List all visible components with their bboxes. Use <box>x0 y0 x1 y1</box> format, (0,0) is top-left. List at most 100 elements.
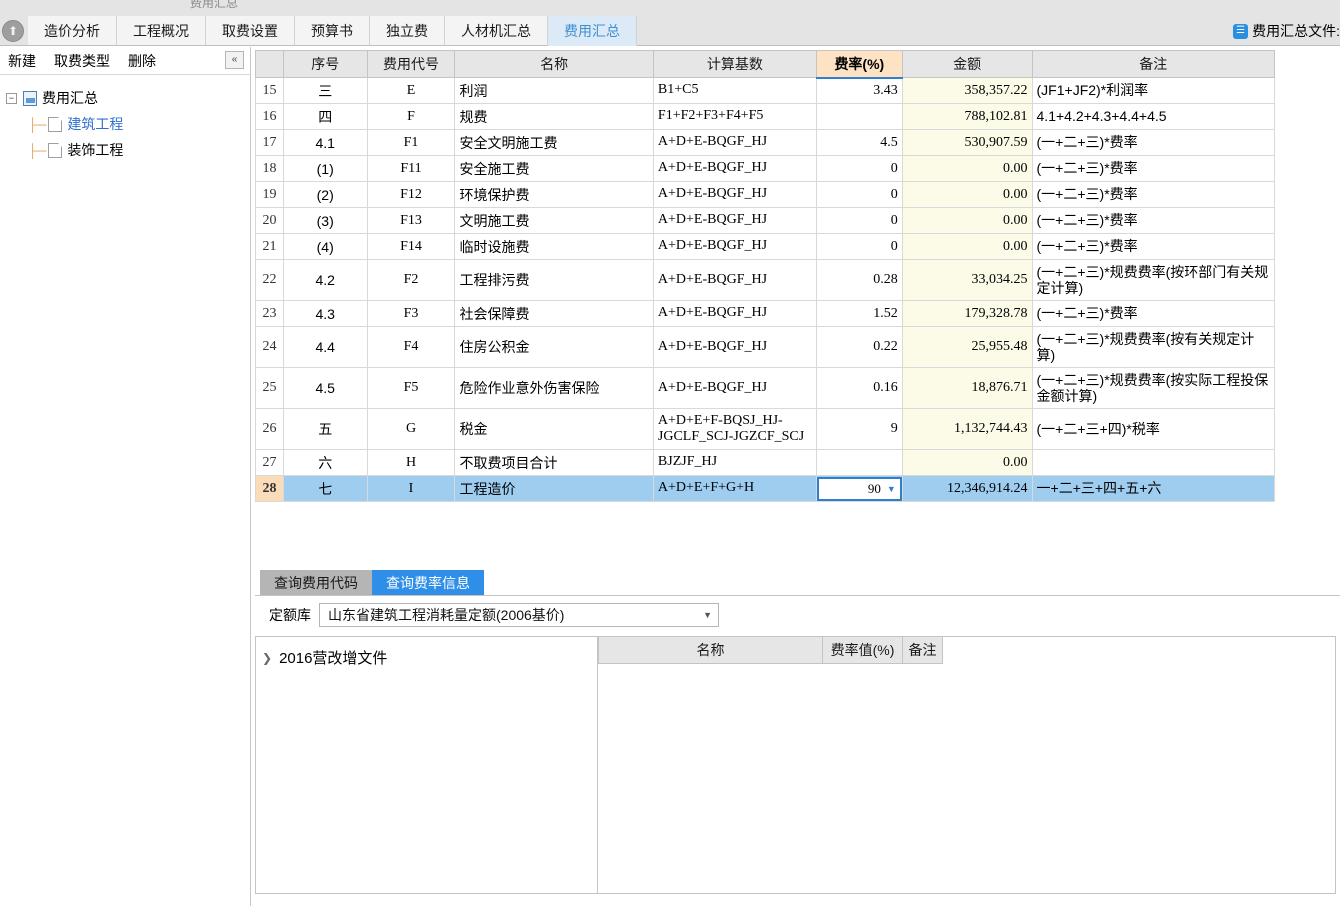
cell-rate[interactable]: 0 <box>815 155 903 182</box>
table-row[interactable]: 19 (2) F12 环境保护费 A+D+E-BQGF_HJ 0 0.00 (一+二+三)*费… <box>255 181 1276 208</box>
cell-remark[interactable]: 4.1+4.2+4.3+4.4+4.5 <box>1031 103 1276 130</box>
cell-base[interactable]: A+D+E-BQGF_HJ <box>652 367 817 409</box>
cell-code[interactable]: H <box>366 449 456 476</box>
column-header-6[interactable]: 金额 <box>901 50 1033 78</box>
tree-item-0[interactable]: − 费用汇总 <box>6 85 250 111</box>
cell-code[interactable]: G <box>366 408 456 450</box>
cell-name[interactable]: 社会保障费 <box>454 300 654 327</box>
cell-idx[interactable]: 18 <box>255 155 284 182</box>
cell-amount[interactable]: 179,328.78 <box>901 300 1033 327</box>
cell-idx[interactable]: 22 <box>255 259 284 301</box>
cell-rate[interactable]: 0 <box>815 181 903 208</box>
fee-type-button[interactable]: 取费类型 <box>54 51 110 71</box>
cell-idx[interactable]: 27 <box>255 449 284 476</box>
table-row[interactable]: 17 4.1 F1 安全文明施工费 A+D+E-BQGF_HJ 4.5 530,907.59… <box>255 129 1276 156</box>
tab-1[interactable]: 工程概况 <box>117 16 206 46</box>
cell-amount[interactable]: 358,357.22 <box>901 77 1033 104</box>
rate-doc-item-0[interactable]: ❯ 2016营改增文件 <box>262 647 597 668</box>
cell-amount[interactable]: 33,034.25 <box>901 259 1033 301</box>
cell-code[interactable]: F4 <box>366 326 456 368</box>
table-row[interactable]: 22 4.2 F2 工程排污费 A+D+E-BQGF_HJ 0.28 33,034.25 (一… <box>255 259 1276 301</box>
cell-name[interactable]: 工程排污费 <box>454 259 654 301</box>
cell-idx[interactable]: 16 <box>255 103 284 130</box>
cell-idx[interactable]: 28 <box>255 475 284 502</box>
cell-base[interactable]: A+D+E-BQGF_HJ <box>652 233 817 260</box>
table-row[interactable]: 25 4.5 F5 危险作业意外伤害保险 A+D+E-BQGF_HJ 0.16 18,876… <box>255 367 1276 409</box>
chevron-double-left-icon[interactable]: « <box>225 51 244 69</box>
cell-name[interactable]: 安全施工费 <box>454 155 654 182</box>
cell-amount[interactable]: 1,132,744.43 <box>901 408 1033 450</box>
cell-no[interactable]: 七 <box>282 475 368 502</box>
cell-code[interactable]: E <box>366 77 456 104</box>
chevron-down-icon[interactable]: ▼ <box>887 484 896 494</box>
cell-idx[interactable]: 25 <box>255 367 284 409</box>
cell-code[interactable]: F <box>366 103 456 130</box>
cell-remark[interactable]: (一+二+三)*费率 <box>1031 129 1276 156</box>
cell-name[interactable]: 税金 <box>454 408 654 450</box>
cell-no[interactable]: 4.3 <box>282 300 368 327</box>
cell-base[interactable]: A+D+E-BQGF_HJ <box>652 300 817 327</box>
column-header-5[interactable]: 费率(%) <box>815 50 903 79</box>
cell-base[interactable]: A+D+E-BQGF_HJ <box>652 259 817 301</box>
table-row[interactable]: 26 五 G 税金 A+D+E+F-BQSJ_HJ-JGCLF_SCJ-JGZCF_SC… <box>255 408 1276 450</box>
table-row[interactable]: 23 4.3 F3 社会保障费 A+D+E-BQGF_HJ 1.52 179,328.78(… <box>255 300 1276 327</box>
cell-amount[interactable]: 0.00 <box>901 207 1033 234</box>
cell-no[interactable]: 4.2 <box>282 259 368 301</box>
cell-code[interactable]: F5 <box>366 367 456 409</box>
cell-remark[interactable]: (一+二+三)*费率 <box>1031 207 1276 234</box>
cell-name[interactable]: 文明施工费 <box>454 207 654 234</box>
cell-code[interactable]: F3 <box>366 300 456 327</box>
cell-base[interactable]: A+D+E-BQGF_HJ <box>652 155 817 182</box>
column-header-0[interactable] <box>255 50 284 78</box>
cell-base[interactable]: A+D+E+F-BQSJ_HJ-JGCLF_SCJ-JGZCF_SCJ <box>652 408 817 450</box>
table-row[interactable]: 16 四 F 规费 F1+F2+F3+F4+F5 788,102.81 4.1+4.2+4.… <box>255 103 1276 130</box>
cell-rate[interactable]: 1.52 <box>815 300 903 327</box>
column-header-7[interactable]: 备注 <box>1031 50 1276 78</box>
cell-rate[interactable]: 90 ▼ <box>815 475 903 502</box>
new-button[interactable]: 新建 <box>8 51 36 71</box>
tab-6[interactable]: 费用汇总 <box>548 16 637 46</box>
cell-no[interactable]: 五 <box>282 408 368 450</box>
rate-column-header-1[interactable]: 费率值(%) <box>822 637 903 664</box>
cell-amount[interactable]: 25,955.48 <box>901 326 1033 368</box>
cell-rate[interactable]: 0.28 <box>815 259 903 301</box>
tab-0[interactable]: 造价分析 <box>28 16 117 46</box>
cell-amount[interactable]: 788,102.81 <box>901 103 1033 130</box>
cell-idx[interactable]: 19 <box>255 181 284 208</box>
rate-column-header-0[interactable]: 名称 <box>598 637 823 664</box>
cell-code[interactable]: F1 <box>366 129 456 156</box>
cell-rate[interactable] <box>815 103 903 130</box>
cell-amount[interactable]: 0.00 <box>901 449 1033 476</box>
cell-no[interactable]: 4.5 <box>282 367 368 409</box>
table-row[interactable]: 18 (1) F11 安全施工费 A+D+E-BQGF_HJ 0 0.00 (一+二+三)*费… <box>255 155 1276 182</box>
cell-idx[interactable]: 20 <box>255 207 284 234</box>
cell-base[interactable]: A+D+E-BQGF_HJ <box>652 181 817 208</box>
cell-base[interactable]: F1+F2+F3+F4+F5 <box>652 103 817 130</box>
cell-name[interactable]: 安全文明施工费 <box>454 129 654 156</box>
column-header-1[interactable]: 序号 <box>282 50 368 78</box>
cell-rate[interactable]: 4.5 <box>815 129 903 156</box>
cell-idx[interactable]: 24 <box>255 326 284 368</box>
cell-no[interactable]: (1) <box>282 155 368 182</box>
cell-code[interactable]: F12 <box>366 181 456 208</box>
cell-base[interactable]: A+D+E-BQGF_HJ <box>652 129 817 156</box>
cell-rate[interactable] <box>815 449 903 476</box>
table-row[interactable]: 27 六 H 不取费项目合计 BJZJF_HJ 0.00 <box>255 449 1276 476</box>
tree-expander-icon[interactable]: − <box>6 92 17 104</box>
cell-remark[interactable]: (一+二+三+四)*税率 <box>1031 408 1276 450</box>
cell-no[interactable]: (2) <box>282 181 368 208</box>
cell-remark[interactable]: (一+二+三)*规费费率(按环部门有关规定计算) <box>1031 259 1276 301</box>
table-row[interactable]: 24 4.4 F4 住房公积金 A+D+E-BQGF_HJ 0.22 25,955.48 (一… <box>255 326 1276 368</box>
quota-library-select[interactable]: 山东省建筑工程消耗量定额(2006基价) ▼ <box>319 602 719 627</box>
cell-idx[interactable]: 15 <box>255 77 284 104</box>
rate-column-header-2[interactable]: 备注 <box>902 637 943 664</box>
cell-no[interactable]: 4.1 <box>282 129 368 156</box>
cell-name[interactable]: 工程造价 <box>454 475 654 502</box>
table-row[interactable]: 21 (4) F14 临时设施费 A+D+E-BQGF_HJ 0 0.00 (一+二+三)*费… <box>255 233 1276 260</box>
cell-remark[interactable]: (JF1+JF2)*利润率 <box>1031 77 1276 104</box>
cell-name[interactable]: 规费 <box>454 103 654 130</box>
cell-remark[interactable]: (一+二+三)*费率 <box>1031 300 1276 327</box>
cell-amount[interactable]: 0.00 <box>901 155 1033 182</box>
cell-code[interactable]: F2 <box>366 259 456 301</box>
table-row[interactable]: 20 (3) F13 文明施工费 A+D+E-BQGF_HJ 0 0.00 (一+二+三)*费… <box>255 207 1276 234</box>
